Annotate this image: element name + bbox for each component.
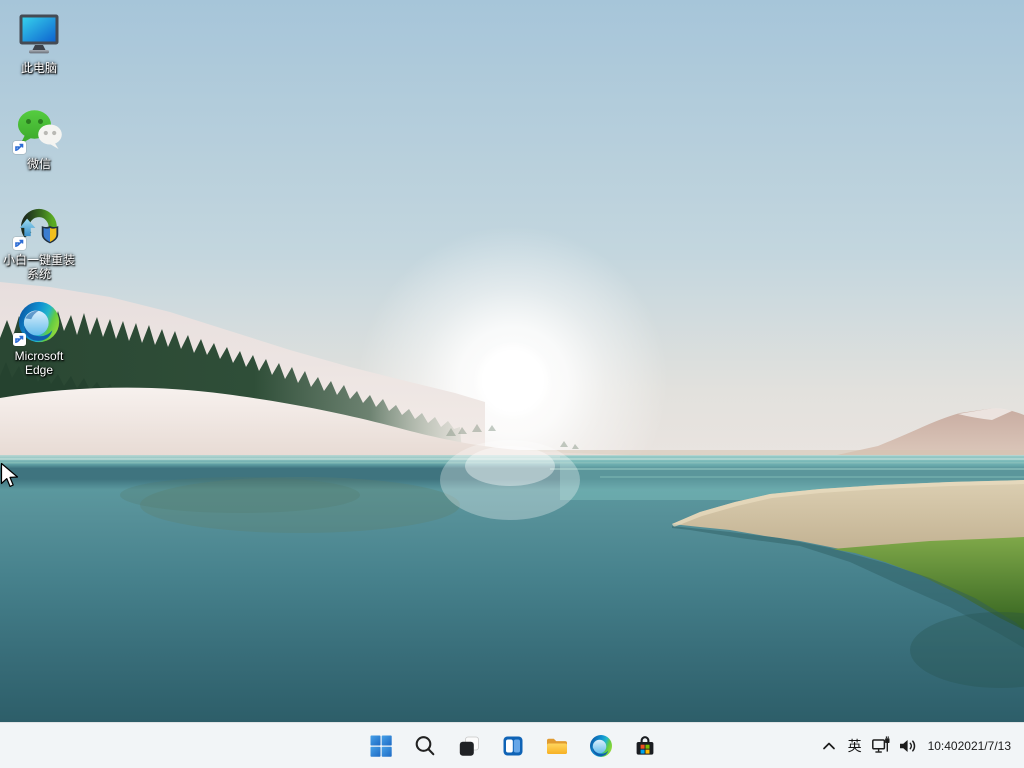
- desktop-icon-microsoft-edge[interactable]: Microsoft Edge: [1, 298, 77, 377]
- folder-icon: [545, 734, 569, 758]
- volume-icon: [895, 734, 919, 758]
- edge-button[interactable]: [581, 726, 621, 766]
- widgets-button[interactable]: [493, 726, 533, 766]
- icon-label: 微信: [27, 157, 51, 171]
- mouse-cursor: [0, 462, 20, 489]
- icon-label: Microsoft Edge: [1, 349, 77, 377]
- file-explorer-button[interactable]: [537, 726, 577, 766]
- shortcut-arrow-icon: [13, 237, 26, 250]
- magnifier-icon: [413, 734, 437, 758]
- desktop-icon-wechat[interactable]: 微信: [1, 106, 77, 171]
- clock-time: 10:40: [928, 739, 958, 754]
- icon-label: 此电脑: [21, 61, 57, 75]
- task-view-button[interactable]: [449, 726, 489, 766]
- edge-swirl-icon: [589, 734, 613, 758]
- windows-11-desktop: 此电脑 微: [0, 0, 1024, 768]
- icon-label: 小白一键重装系统: [1, 253, 77, 281]
- show-hidden-icons-button[interactable]: [816, 726, 842, 766]
- taskbar: 英: [0, 722, 1024, 768]
- clock[interactable]: 10:40 2021/7/13: [928, 726, 1011, 766]
- taskbar-center-buttons: [361, 726, 665, 766]
- volume-button[interactable]: [894, 726, 920, 766]
- start-button[interactable]: [361, 726, 401, 766]
- shortcut-arrow-icon: [13, 333, 26, 346]
- ime-language-indicator[interactable]: 英: [842, 726, 868, 766]
- desktop-area[interactable]: 此电脑 微: [0, 0, 1024, 722]
- widgets-board-icon: [501, 734, 525, 758]
- desktop-icon-xiaobai-reinstall[interactable]: 小白一键重装系统: [1, 202, 77, 281]
- shopping-bag-icon: [633, 734, 657, 758]
- windows-logo-icon: [369, 734, 393, 758]
- ime-label: 英: [848, 736, 862, 756]
- search-button[interactable]: [405, 726, 445, 766]
- shortcut-arrow-icon: [13, 141, 26, 154]
- system-tray: 英: [816, 723, 1024, 768]
- microsoft-store-button[interactable]: [625, 726, 665, 766]
- monitor-icon: [17, 12, 61, 56]
- desktop-icon-this-pc[interactable]: 此电脑: [1, 10, 77, 75]
- chevron-up-icon: [817, 734, 841, 758]
- network-button[interactable]: [868, 726, 894, 766]
- wallpaper-lake-landscape: [0, 0, 1024, 722]
- overlapping-squares-icon: [457, 734, 481, 758]
- clock-date: 2021/7/13: [958, 739, 1011, 754]
- ethernet-icon: [869, 734, 893, 758]
